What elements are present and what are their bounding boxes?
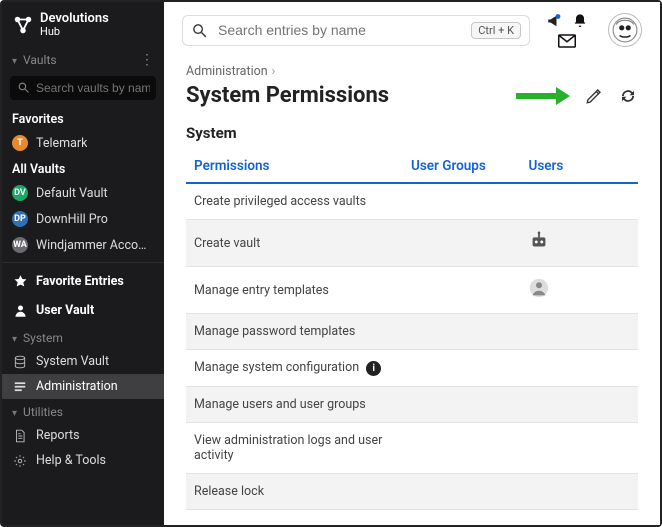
table-row[interactable]: View administration logs and user activi…: [186, 423, 638, 474]
search-icon: [17, 81, 30, 94]
col-user-groups[interactable]: User Groups: [403, 152, 521, 183]
sidebar-item-label: Reports: [36, 428, 80, 443]
table-row[interactable]: Release lock: [186, 474, 638, 510]
section-heading: System: [186, 124, 638, 142]
sidebar-item-administration[interactable]: Administration: [2, 374, 164, 399]
vault-search: [10, 76, 156, 100]
chevron-down-icon: ▾: [12, 56, 17, 67]
chevron-right-icon: ›: [272, 64, 276, 79]
star-icon: [12, 274, 28, 289]
divider: [2, 262, 164, 263]
list-icon: [12, 380, 28, 394]
sidebar-item-label: Help & Tools: [36, 453, 106, 468]
breadcrumb-root[interactable]: Administration: [186, 64, 268, 79]
sidebar-item-label: Favorite Entries: [36, 274, 124, 289]
permissions-table: Permissions User Groups Users Create pri…: [186, 152, 638, 510]
chevron-down-icon: ▾: [12, 408, 17, 419]
vaults-menu-icon[interactable]: ⋮: [140, 52, 154, 68]
document-icon: [12, 429, 28, 443]
top-icons: [546, 12, 588, 48]
brand: Devolutions Hub: [2, 2, 164, 46]
person-icon: [528, 277, 550, 299]
title-actions: [516, 86, 638, 106]
table-row[interactable]: Manage users and user groups: [186, 387, 638, 423]
sidebar-item-label: Telemark: [36, 136, 87, 151]
info-icon[interactable]: i: [366, 361, 381, 376]
sidebar-item-label: DownHill Pro: [36, 212, 108, 227]
perm-label: Create privileged access vaults: [194, 194, 366, 209]
refresh-button[interactable]: [618, 86, 638, 106]
table-row[interactable]: Create privileged access vaults: [186, 183, 638, 220]
brand-name: Devolutions: [40, 11, 109, 26]
vault-badge: T: [12, 135, 28, 151]
chevron-down-icon: ▾: [12, 334, 17, 345]
sidebar-item-default-vault[interactable]: DV Default Vault: [2, 180, 164, 206]
sidebar-item-label: User Vault: [36, 303, 94, 318]
sidebar-item-label: System Vault: [36, 354, 109, 369]
sidebar-item-favorite-entries[interactable]: Favorite Entries: [2, 267, 164, 296]
sidebar-item-telemark[interactable]: T Telemark: [2, 130, 164, 156]
content: Administration › System Permissions Syste…: [164, 54, 660, 525]
sidebar: Devolutions Hub ▾Vaults ⋮ Favorites T Te…: [2, 2, 164, 525]
megaphone-icon[interactable]: [546, 12, 564, 30]
global-search-input[interactable]: [218, 22, 461, 38]
global-search[interactable]: Ctrl + K: [182, 15, 530, 46]
sidebar-item-label: Administration: [36, 379, 118, 394]
robot-icon: [528, 230, 550, 252]
vaults-heading[interactable]: ▾Vaults ⋮: [2, 46, 164, 72]
mail-icon[interactable]: [558, 34, 576, 48]
vault-search-input[interactable]: [10, 76, 156, 100]
database-icon: [12, 355, 28, 369]
user-icon: [12, 303, 28, 318]
table-row[interactable]: Create vault: [186, 220, 638, 267]
logo-icon: [12, 14, 34, 36]
table-row[interactable]: Manage password templates: [186, 314, 638, 350]
perm-label: Manage system configuration: [194, 360, 359, 375]
table-row[interactable]: Manage system configuration i: [186, 350, 638, 387]
col-users[interactable]: Users: [520, 152, 638, 183]
keyboard-shortcut: Ctrl + K: [471, 22, 521, 39]
perm-label: View administration logs and user activi…: [194, 433, 382, 463]
sidebar-item-help-tools[interactable]: Help & Tools: [2, 448, 164, 473]
title-bar: System Permissions: [186, 81, 638, 120]
edit-button[interactable]: [584, 86, 604, 106]
table-row[interactable]: Manage entry templates: [186, 267, 638, 314]
utilities-heading[interactable]: ▾Utilities: [2, 399, 164, 423]
sidebar-item-label: Default Vault: [36, 186, 108, 201]
col-permissions[interactable]: Permissions: [186, 152, 403, 183]
main: Ctrl + K Admi: [164, 2, 660, 525]
topbar: Ctrl + K: [164, 2, 660, 54]
perm-label: Manage entry templates: [194, 283, 329, 298]
favorites-label: Favorites: [2, 106, 164, 130]
vault-badge: WA: [12, 237, 28, 253]
highlight-arrow: [516, 89, 570, 103]
vault-badge: DP: [12, 211, 28, 227]
breadcrumb[interactable]: Administration ›: [186, 60, 638, 81]
search-icon: [191, 22, 208, 39]
system-heading[interactable]: ▾System: [2, 325, 164, 349]
bell-icon[interactable]: [572, 13, 588, 29]
gear-icon: [12, 454, 28, 468]
all-vaults-label: All Vaults: [2, 156, 164, 180]
brand-sub: Hub: [40, 26, 109, 38]
perm-label: Manage password templates: [194, 324, 355, 339]
sidebar-item-label: Windjammer Acco…: [36, 238, 147, 253]
sidebar-item-system-vault[interactable]: System Vault: [2, 349, 164, 374]
brand-text: Devolutions Hub: [40, 12, 109, 38]
sidebar-item-reports[interactable]: Reports: [2, 423, 164, 448]
page-title: System Permissions: [186, 83, 389, 108]
sidebar-item-windjammer[interactable]: WA Windjammer Acco…: [2, 232, 164, 258]
perm-label: Manage users and user groups: [194, 397, 366, 412]
vault-badge: DV: [12, 185, 28, 201]
perm-label: Create vault: [194, 236, 260, 251]
sidebar-item-user-vault[interactable]: User Vault: [2, 296, 164, 325]
user-avatar[interactable]: [608, 13, 642, 47]
perm-label: Release lock: [194, 484, 264, 499]
sidebar-item-downhill-pro[interactable]: DP DownHill Pro: [2, 206, 164, 232]
